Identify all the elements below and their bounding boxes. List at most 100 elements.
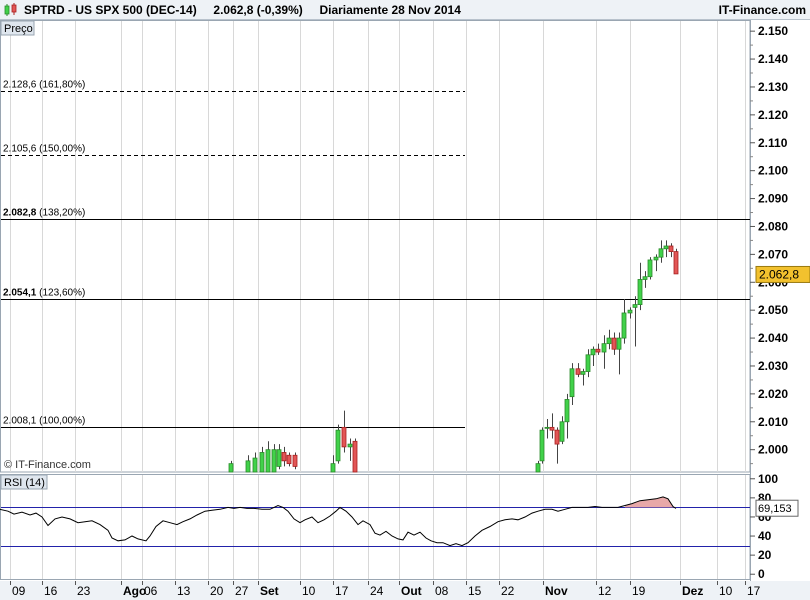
candle-body <box>271 449 277 473</box>
price-panel[interactable] <box>0 20 751 473</box>
price-tick-label: 2.110 <box>758 136 788 150</box>
candle-body <box>265 449 271 473</box>
x-tick-label: 15 <box>468 584 482 598</box>
price-tick-label: 2.140 <box>758 52 788 66</box>
price-tick-label: 2.150 <box>758 24 788 38</box>
x-tick-label: Dez <box>682 584 703 598</box>
x-tick-label: 24 <box>370 584 384 598</box>
x-tick-label: 10 <box>302 584 316 598</box>
fib-level-label: 2.105,6 (150,00%) <box>3 144 85 155</box>
price-tick-label: 2.070 <box>758 247 788 261</box>
candle-body <box>252 457 258 473</box>
watermark: © IT-Finance.com <box>4 459 91 471</box>
candle-body <box>642 276 648 280</box>
rsi-panel[interactable] <box>0 474 751 580</box>
rsi-tick-label: 20 <box>758 548 772 562</box>
price-tick-label: 2.020 <box>758 387 788 401</box>
x-tick-label: 12 <box>598 584 612 598</box>
rsi-value-label: 69,153 <box>758 503 792 515</box>
candle-body <box>627 309 633 314</box>
candle-body <box>335 429 341 462</box>
price-tick-label: 2.100 <box>758 164 788 178</box>
candle-body <box>281 452 287 462</box>
last-change: 2.062,8 (-0,39%) <box>213 3 303 17</box>
candle-body <box>564 399 570 423</box>
chart-window: SPTRD - US SPX 500 (DEC-14) 2.062,8 (-0,… <box>0 0 810 600</box>
x-tick-label: 27 <box>235 584 249 598</box>
price-tick-label: 2.090 <box>758 192 788 206</box>
x-tick-label: 10 <box>719 584 733 598</box>
x-tick-label: 06 <box>144 584 158 598</box>
price-tick-label: 2.080 <box>758 219 788 233</box>
period-date: Diariamente 28 Nov 2014 <box>319 3 461 17</box>
candle-body <box>637 279 643 305</box>
candle-body <box>590 348 596 356</box>
x-tick-label: 13 <box>177 584 191 598</box>
candle-body <box>663 245 669 250</box>
x-tick-label: 17 <box>747 584 761 598</box>
x-tick-label: 16 <box>44 584 58 598</box>
candle-body <box>647 259 653 278</box>
candle-body <box>632 304 638 308</box>
fib-level-label: 2.008,1 (100,00%) <box>3 416 85 427</box>
candle-body <box>535 463 541 473</box>
candle-body <box>621 312 627 339</box>
x-tick-label: 08 <box>435 584 449 598</box>
x-tick-label: 19 <box>632 584 646 598</box>
candle-body <box>330 463 336 473</box>
candle-body <box>341 426 347 448</box>
candle-body <box>585 354 591 372</box>
candlestick-icon <box>4 3 17 16</box>
candle-body <box>668 245 674 252</box>
candle-body <box>575 368 581 375</box>
candle-body <box>228 463 234 473</box>
x-tick-label: 22 <box>501 584 515 598</box>
price-tick-label: 2.120 <box>758 108 788 122</box>
candle-body <box>286 454 292 465</box>
fib-level-label: 2.054,1 (123,60%) <box>3 288 85 299</box>
x-tick-label: Set <box>260 584 279 598</box>
candle-body <box>559 421 565 442</box>
header-info: SPTRD - US SPX 500 (DEC-14) 2.062,8 (-0,… <box>24 3 461 17</box>
fib-level-label: 2.082,8 (138,20%) <box>3 208 85 219</box>
price-tick-label: 2.030 <box>758 359 788 373</box>
candle-body <box>259 452 265 473</box>
x-tick-label: 09 <box>12 584 26 598</box>
price-tick-label: 2.050 <box>758 303 788 317</box>
chart-header: SPTRD - US SPX 500 (DEC-14) 2.062,8 (-0,… <box>0 0 810 20</box>
candle-body <box>595 348 601 353</box>
candle-body <box>292 454 298 467</box>
x-tick-label: Out <box>401 584 422 598</box>
x-tick-label: Nov <box>545 584 568 598</box>
candle-body <box>245 460 251 473</box>
candle-body <box>673 251 679 275</box>
rsi-tick-label: 40 <box>758 529 772 543</box>
candle-body <box>569 368 575 398</box>
candle-body <box>549 426 555 431</box>
candle-body <box>611 337 617 350</box>
price-title: Preço <box>4 23 33 35</box>
candle-body <box>606 337 612 345</box>
price-tick-label: 2.040 <box>758 331 788 345</box>
candle-body <box>653 256 659 261</box>
rsi-title: RSI (14) <box>4 477 45 489</box>
candle-body <box>539 429 545 462</box>
rsi-tick-label: 0 <box>758 567 765 581</box>
candle-body <box>347 443 353 448</box>
candle-body <box>544 426 550 429</box>
x-tick-label: Ago <box>123 584 146 598</box>
candle-body <box>352 440 358 473</box>
rsi-tick-label: 100 <box>758 472 778 486</box>
last-price-label: 2.062,8 <box>759 267 799 281</box>
x-tick-label: 23 <box>77 584 91 598</box>
candle-body <box>616 337 622 350</box>
brand-name: IT-Finance.com <box>718 3 806 17</box>
price-tick-label: 2.000 <box>758 443 788 457</box>
x-tick-label: 20 <box>210 584 224 598</box>
chart-canvas[interactable]: 2.128,6 (161,80%) 2.105,6 (150,00%) 2.082,… <box>0 20 810 600</box>
x-tick-label: 17 <box>335 584 349 598</box>
fib-level-label: 2.128,6 (161,80%) <box>3 80 85 91</box>
price-tick-label: 2.130 <box>758 80 788 94</box>
candle-body <box>658 248 664 258</box>
symbol-name: SPTRD - US SPX 500 (DEC-14) <box>24 3 197 17</box>
